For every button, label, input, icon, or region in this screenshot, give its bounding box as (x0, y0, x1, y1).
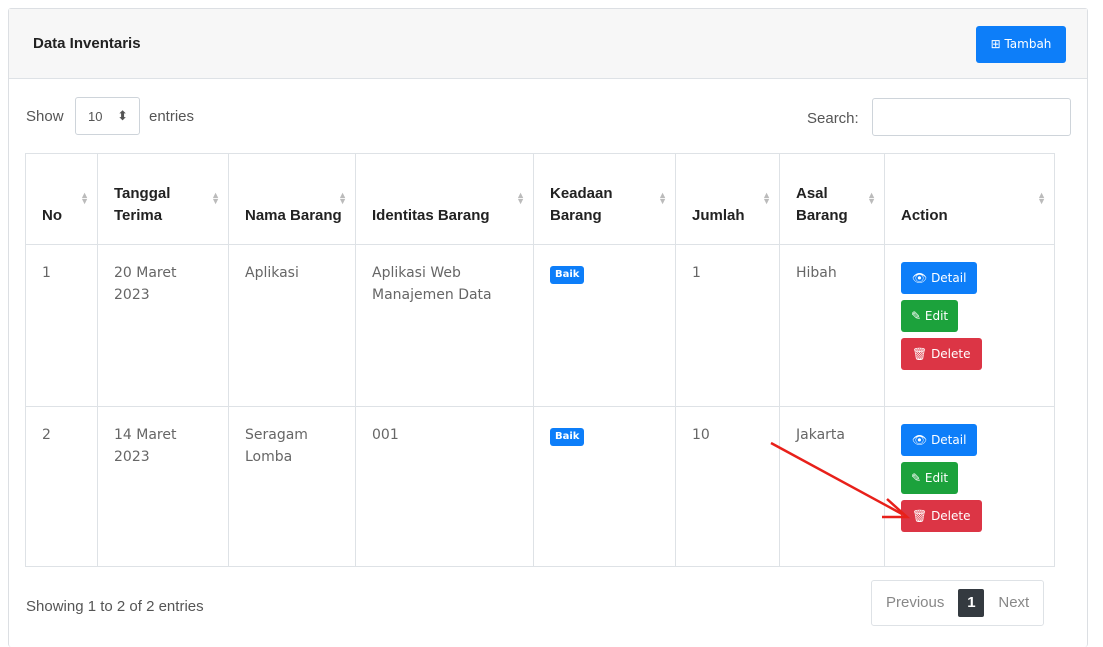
annotation-arrow (770, 441, 911, 519)
